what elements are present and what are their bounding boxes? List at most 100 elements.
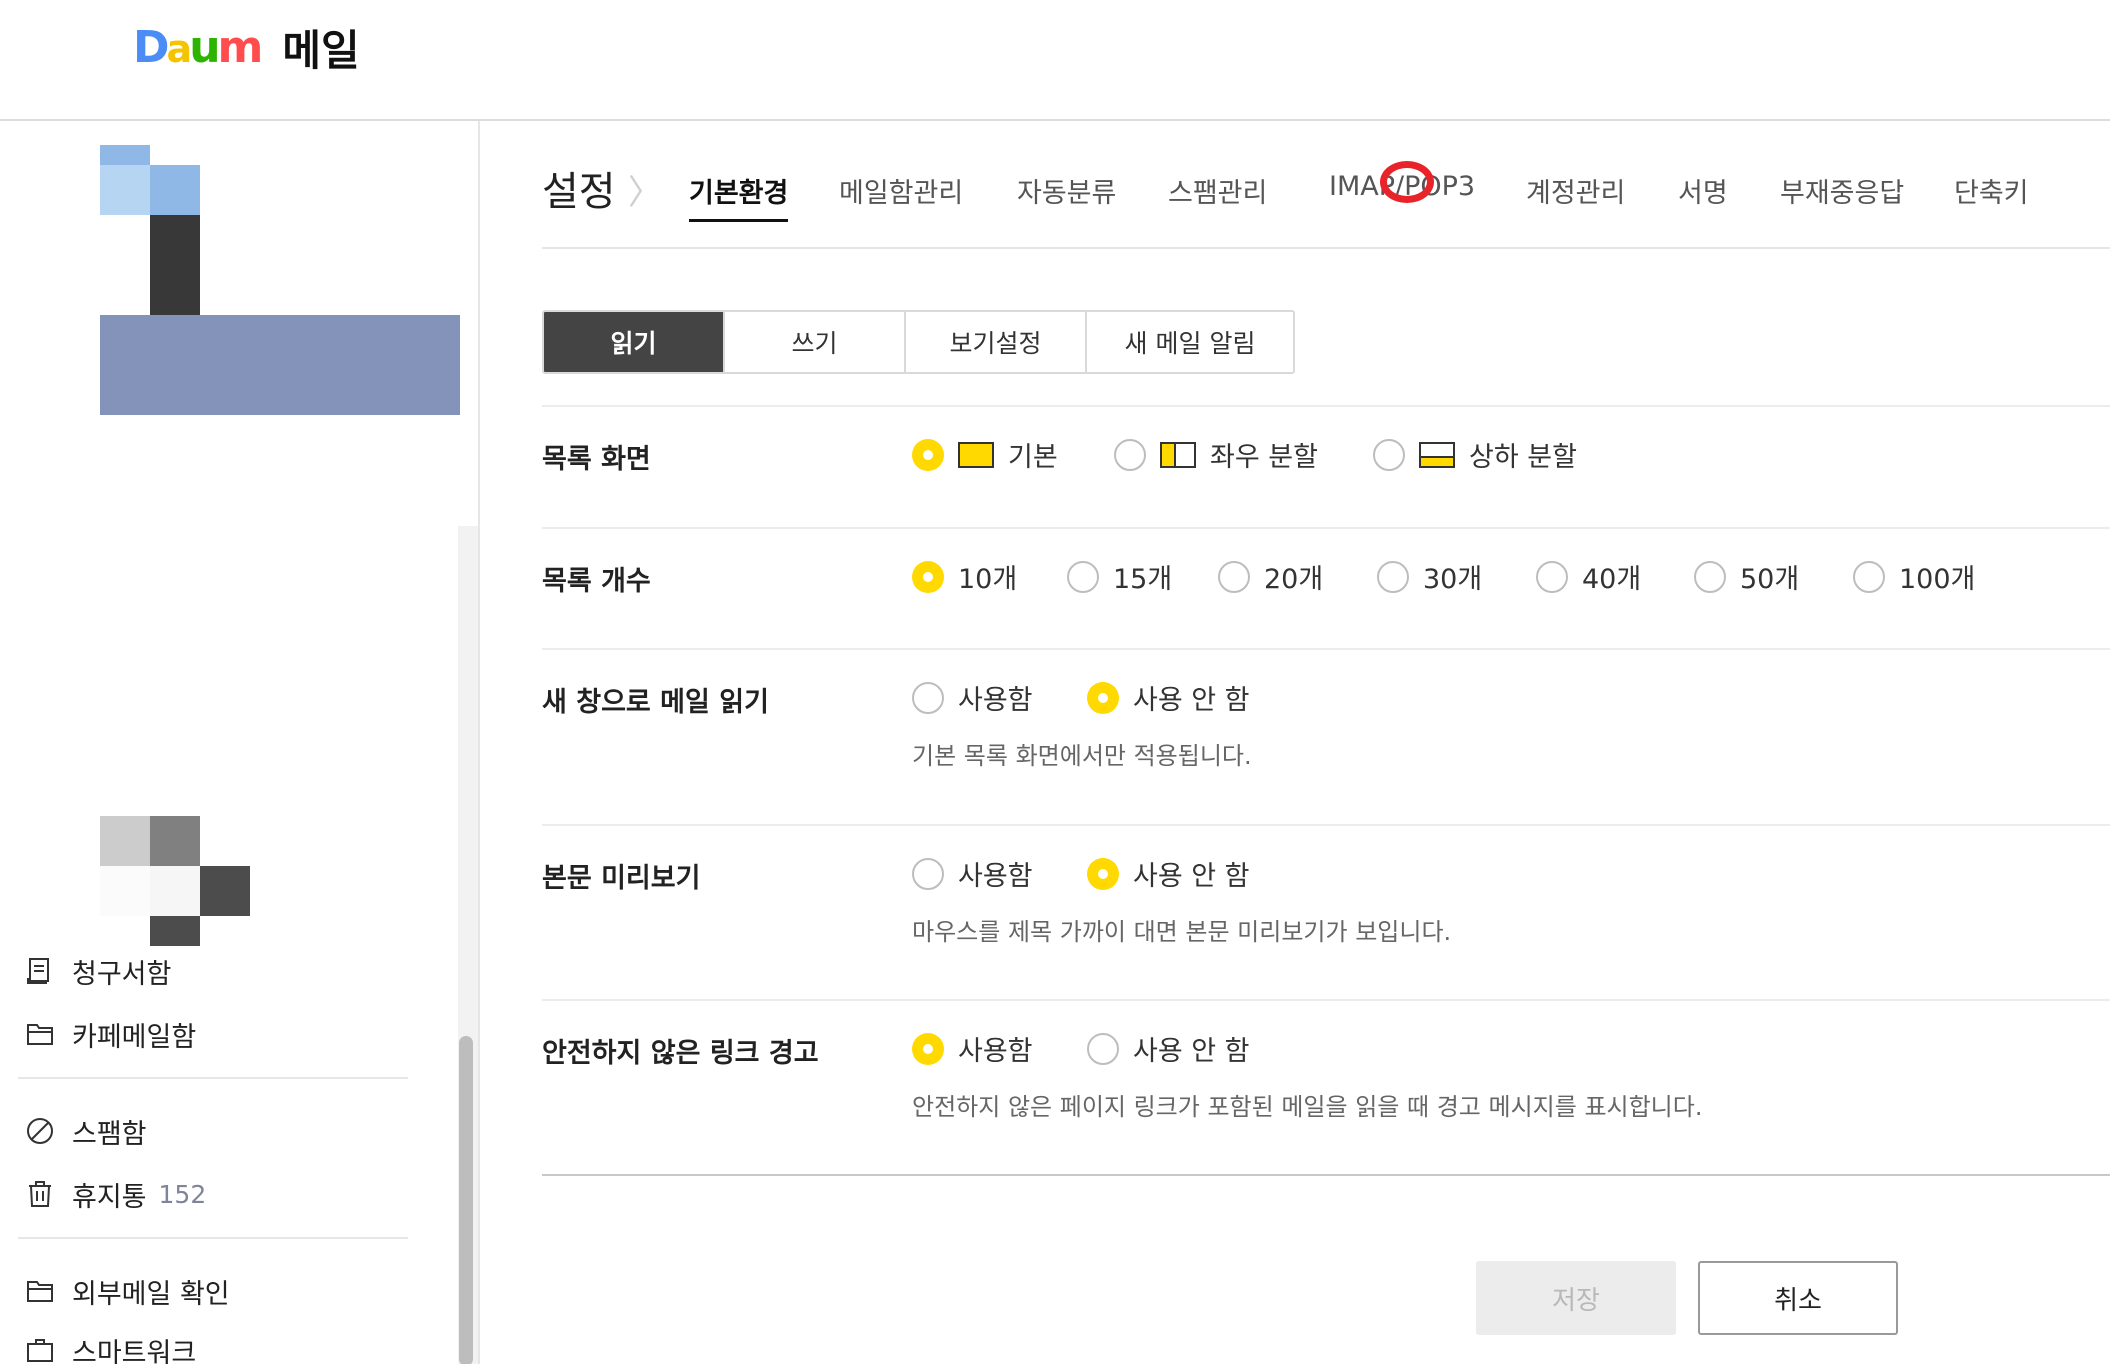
radio-selected[interactable]: [1087, 857, 1119, 890]
option-new-window-off[interactable]: 사용 안 함: [1087, 678, 1250, 717]
tab-spam-manage[interactable]: 스팸관리: [1168, 171, 1267, 210]
subtab-new-mail-alert[interactable]: 새 메일 알림: [1087, 312, 1293, 372]
folder-icon: [24, 1018, 56, 1050]
sidebar-divider: [18, 1237, 408, 1239]
option-label: 사용함: [958, 1036, 1033, 1067]
option-label: 사용 안 함: [1133, 861, 1250, 892]
subtab-write[interactable]: 쓰기: [725, 312, 906, 372]
sidebar-item-smartwork[interactable]: 스마트워크: [24, 1326, 196, 1364]
sidebar: 청구서함 카페메일함 스팸함 휴지통 152 외부메일 확인 스마트워크: [0, 121, 480, 1364]
trash-count: 152: [158, 1179, 207, 1209]
service-name: 메일: [282, 25, 360, 75]
radio-unselected[interactable]: [1536, 560, 1568, 593]
bill-icon: [24, 955, 56, 987]
radio-unselected[interactable]: [1853, 560, 1885, 593]
radio-unselected[interactable]: [1694, 560, 1726, 593]
block-icon: [24, 1115, 56, 1147]
setting-label: 안전하지 않은 링크 경고: [542, 1038, 819, 1069]
option-label: 10개: [958, 564, 1018, 595]
sidebar-item-label: 휴지통: [72, 1181, 147, 1213]
option-preview-on[interactable]: 사용함: [912, 854, 1033, 893]
redacted-block: [100, 315, 460, 415]
option-label: 상하 분할: [1469, 442, 1577, 473]
daum-mail-logo[interactable]: Daum 메일: [133, 21, 360, 75]
radio-selected[interactable]: [1087, 681, 1119, 714]
tab-auto-sort[interactable]: 자동분류: [1017, 171, 1116, 210]
tab-account-manage[interactable]: 계정관리: [1526, 171, 1625, 210]
radio-unselected[interactable]: [1377, 560, 1409, 593]
option-count-20[interactable]: 20개: [1218, 557, 1323, 596]
radio-unselected[interactable]: [1218, 560, 1250, 593]
option-label: 좌우 분할: [1210, 442, 1318, 473]
setting-label: 목록 개수: [542, 566, 651, 597]
sidebar-item-spam[interactable]: 스팸함: [24, 1107, 147, 1155]
tab-signature[interactable]: 서명: [1678, 171, 1728, 210]
sidebar-scrollbar-thumb[interactable]: [459, 1036, 473, 1364]
option-preview-off[interactable]: 사용 안 함: [1087, 854, 1250, 893]
option-unsafe-link-off[interactable]: 사용 안 함: [1087, 1029, 1250, 1068]
breadcrumb-chevron-icon: 〉: [628, 173, 662, 213]
option-label: 30개: [1423, 564, 1483, 595]
redacted-block: [150, 215, 200, 315]
sidebar-item-label: 외부메일 확인: [72, 1278, 230, 1310]
option-count-40[interactable]: 40개: [1536, 557, 1641, 596]
option-count-30[interactable]: 30개: [1377, 557, 1482, 596]
redacted-block: [150, 165, 200, 215]
option-unsafe-link-on[interactable]: 사용함: [912, 1029, 1033, 1068]
sidebar-item-trash[interactable]: 휴지통 152: [24, 1170, 206, 1218]
option-count-50[interactable]: 50개: [1694, 557, 1799, 596]
setting-label: 새 창으로 메일 읽기: [542, 687, 769, 718]
setting-description: 안전하지 않은 페이지 링크가 포함된 메일을 읽을 때 경고 메시지를 표시합…: [912, 1093, 1703, 1121]
top-header: Daum 메일: [0, 0, 2110, 121]
redacted-block: [100, 866, 150, 916]
option-count-15[interactable]: 15개: [1067, 557, 1172, 596]
folder-icon: [24, 1275, 56, 1307]
option-label: 사용함: [958, 861, 1033, 892]
option-new-window-on[interactable]: 사용함: [912, 678, 1033, 717]
save-button[interactable]: 저장: [1476, 1261, 1676, 1335]
radio-selected[interactable]: [912, 438, 944, 471]
setting-row-preview: 본문 미리보기 사용함 사용 안 함 마우스를 제목 가까이 대면 본문 미리보…: [542, 824, 2110, 999]
radio-unselected[interactable]: [912, 857, 944, 890]
setting-description: 마우스를 제목 가까이 대면 본문 미리보기가 보입니다.: [912, 918, 1452, 946]
radio-unselected[interactable]: [1373, 438, 1405, 471]
radio-unselected[interactable]: [1087, 1032, 1119, 1065]
sidebar-item-bills[interactable]: 청구서함: [24, 947, 171, 995]
option-count-100[interactable]: 100개: [1853, 557, 1975, 596]
option-count-10[interactable]: 10개: [912, 557, 1017, 596]
setting-label: 목록 화면: [542, 444, 651, 475]
cancel-button[interactable]: 취소: [1698, 1261, 1898, 1335]
subtab-read[interactable]: 읽기: [544, 312, 725, 372]
option-label: 사용함: [958, 685, 1033, 716]
option-layout-basic[interactable]: 기본: [912, 435, 1058, 474]
radio-selected[interactable]: [912, 1032, 944, 1065]
sidebar-item-external-mail[interactable]: 외부메일 확인: [24, 1267, 230, 1315]
setting-row-unsafe-link: 안전하지 않은 링크 경고 사용함 사용 안 함 안전하지 않은 페이지 링크가…: [542, 999, 2110, 1174]
redacted-block: [150, 816, 200, 866]
subtab-group: 읽기 쓰기 보기설정 새 메일 알림: [542, 310, 1295, 374]
settings-nav: 설정 〉 기본환경 메일함관리 자동분류 스팸관리 IMAP/POP3 계정관리…: [542, 159, 2110, 249]
daum-logo: Daum: [133, 21, 263, 73]
setting-description: 기본 목록 화면에서만 적용됩니다.: [912, 742, 1252, 770]
sidebar-item-cafe-mail[interactable]: 카페메일함: [24, 1010, 196, 1058]
radio-unselected[interactable]: [1067, 560, 1099, 593]
setting-label: 본문 미리보기: [542, 863, 701, 894]
layout-left-right-split-icon: [1160, 441, 1196, 468]
option-layout-horizontal-split[interactable]: 좌우 분할: [1114, 435, 1318, 474]
radio-unselected[interactable]: [1114, 438, 1146, 471]
radio-unselected[interactable]: [912, 681, 944, 714]
redacted-block: [200, 866, 250, 916]
radio-selected[interactable]: [912, 560, 944, 593]
setting-row-list-view: 목록 화면 기본 좌우 분할 상하 분할: [542, 405, 2110, 527]
tab-basic[interactable]: 기본환경: [689, 171, 789, 222]
option-layout-vertical-split[interactable]: 상하 분할: [1373, 435, 1577, 474]
tab-shortcuts[interactable]: 단축키: [1954, 171, 2029, 210]
tab-auto-reply[interactable]: 부재중응답: [1780, 171, 1904, 210]
redacted-block: [100, 145, 150, 165]
option-label: 100개: [1899, 564, 1976, 595]
sidebar-item-label: 청구서함: [72, 958, 172, 990]
tab-mailbox-manage[interactable]: 메일함관리: [839, 171, 963, 210]
subtab-view-settings[interactable]: 보기설정: [906, 312, 1087, 372]
option-label: 50개: [1740, 564, 1800, 595]
redacted-block: [100, 816, 150, 866]
